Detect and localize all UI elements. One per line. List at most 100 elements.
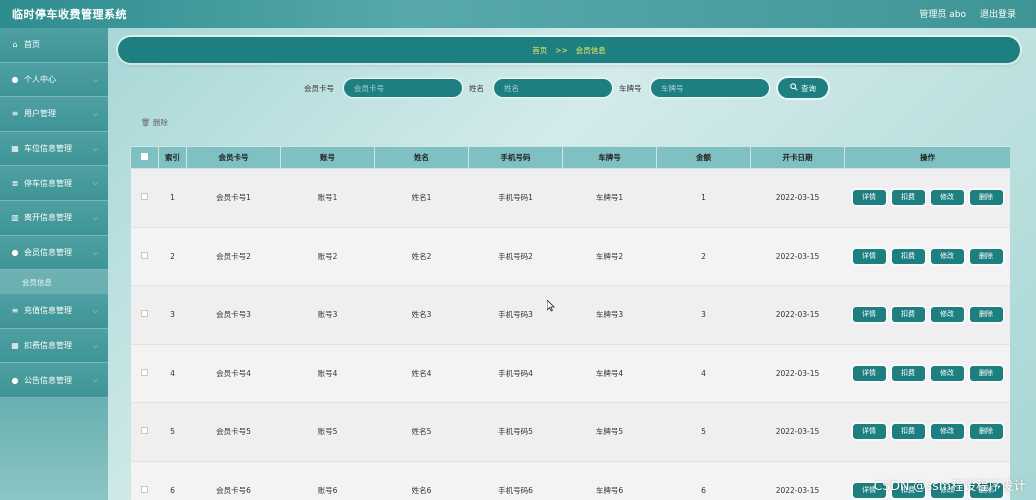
edit-button[interactable]: 修改 [930,365,964,381]
breadcrumb-current: 会员信息 [575,45,606,55]
deduct-button[interactable]: 扣费 [891,248,925,264]
cell-name: 姓名5 [374,402,469,462]
cell-plate: 车牌号2 [562,227,657,286]
cell-index: 4 [158,344,187,403]
sidebar: ⌂ 首页 ● 个人中心 ⌵ ≡ 用户管理 ⌵ ▦ 车位信息管理 ⌵ ≣ 停车信息管理 ⌵ ▥ 离开信息管理 ⌵ ●… [0,28,108,500]
row-operations: 详情 扣费 修改 删除 [844,285,1010,345]
deduct-button[interactable]: 扣费 [891,307,925,323]
search-icon [790,83,798,93]
person-icon: ● [11,247,19,257]
sidebar-item-2[interactable]: ≡ 用户管理 ⌵ [0,97,108,132]
column-header: 操作 [844,146,1010,169]
chevron-down-icon: ⌵ [92,75,98,84]
detail-button[interactable]: 详情 [852,190,886,206]
row-checkbox[interactable] [141,368,148,376]
cell-account: 账号2 [280,227,375,286]
deduct-button[interactable]: 扣费 [891,424,925,440]
breadcrumb-home-link[interactable]: 首页 [532,45,547,56]
cell-name: 姓名6 [374,461,469,500]
table-header-row: 索引 会员卡号 账号 姓名 手机号码 车牌号 金额 开卡日期 操作 [130,146,1010,169]
edit-button[interactable]: 修改 [930,190,964,206]
home-icon: ⌂ [12,40,18,50]
chevron-down-icon: ⌵ [92,248,98,257]
delete-button[interactable]: 删除 [969,248,1003,264]
cell-plate: 车牌号3 [562,285,657,345]
sidebar-item-1[interactable]: ● 个人中心 ⌵ [0,62,108,98]
member-table-container: 索引 会员卡号 账号 姓名 手机号码 车牌号 金额 开卡日期 操作 1 会员卡号1 账号1 姓名1 手机… [130,146,1010,500]
deduct-button[interactable]: 扣费 [891,190,925,206]
delete-button[interactable]: 删除 [969,307,1003,323]
column-header: 开卡日期 [750,146,845,169]
sidebar-item-label: 充值信息管理 [24,306,72,316]
plate-search-input[interactable] [651,79,769,97]
trash-icon: 🗑 [141,118,151,127]
sidebar-item-label: 离开信息管理 [24,213,72,223]
member-table: 索引 会员卡号 账号 姓名 手机号码 车牌号 金额 开卡日期 操作 1 会员卡号1 账号1 姓名1 手机… [130,146,1010,500]
cell-index: 2 [158,227,187,286]
cell-account: 账号4 [280,344,375,403]
logout-link[interactable]: 退出登录 [980,7,1016,20]
row-select-cell [130,227,159,286]
detail-button[interactable]: 详情 [852,365,886,381]
cell-account: 账号1 [280,168,375,228]
deduct-button[interactable]: 扣费 [891,365,925,381]
row-checkbox[interactable] [141,485,148,493]
cell-card: 会员卡号1 [186,168,281,228]
sidebar-subitem-member-info[interactable]: 会员信息 [0,270,108,295]
select-all-checkbox[interactable] [141,153,148,160]
row-checkbox[interactable] [141,251,148,259]
cell-phone: 手机号码5 [468,402,563,462]
table-row: 3 会员卡号3 账号3 姓名3 手机号码3 车牌号3 3 2022-03-15 详情 扣费 修改 删除 [130,285,1010,345]
table-row: 4 会员卡号4 账号4 姓名4 手机号码4 车牌号4 4 2022-03-15 详情 扣费 修改 删除 [130,344,1010,403]
sidebar-item-label: 首页 [24,40,40,50]
user-area: 管理员 abo 退出登录 [919,7,1016,20]
sidebar-item-9[interactable]: ● 公告信息管理 ⌵ [0,363,108,398]
bulk-delete-button[interactable]: 🗑 删除 [141,117,168,128]
detail-button[interactable]: 详情 [852,307,886,323]
row-checkbox[interactable] [141,193,148,201]
cell-phone: 手机号码1 [468,168,563,228]
cell-account: 账号5 [280,402,375,462]
card-search-input[interactable] [344,79,462,97]
detail-button[interactable]: 详情 [852,248,886,264]
sidebar-item-7[interactable]: ≡ 充值信息管理 ⌵ [0,294,108,329]
cell-card: 会员卡号4 [186,344,281,403]
sidebar-item-label: 会员信息管理 [24,247,72,257]
row-checkbox[interactable] [141,427,148,435]
cell-amount: 2 [656,227,751,286]
cell-phone: 手机号码2 [468,227,563,286]
row-select-cell [130,285,159,345]
delete-button[interactable]: 删除 [969,424,1003,440]
chevron-down-icon: ⌵ [92,213,98,222]
delete-button[interactable]: 删除 [969,365,1003,381]
sidebar-item-label: 公告信息管理 [24,375,72,385]
delete-button[interactable]: 删除 [969,190,1003,206]
chevron-down-icon: ⌵ [92,341,98,350]
search-button-label: 查询 [801,83,816,93]
name-search-input[interactable] [494,79,612,97]
search-button[interactable]: 查询 [778,78,828,98]
sidebar-item-6[interactable]: ● 会员信息管理 ⌵ [0,235,108,271]
cell-date: 2022-03-15 [750,461,845,500]
edit-button[interactable]: 修改 [930,424,964,440]
cell-card: 会员卡号2 [186,227,281,286]
edit-button[interactable]: 修改 [930,307,964,323]
sidebar-item-4[interactable]: ≣ 停车信息管理 ⌵ [0,166,108,201]
column-header: 手机号码 [468,146,563,169]
sidebar-item-3[interactable]: ▦ 车位信息管理 ⌵ [0,131,108,167]
cell-index: 5 [158,402,187,462]
cell-date: 2022-03-15 [750,402,845,462]
list-icon: ≡ [11,306,19,316]
cell-name: 姓名3 [374,285,469,345]
column-header: 账号 [280,146,375,169]
row-checkbox[interactable] [141,310,148,318]
sidebar-item-8[interactable]: ▦ 扣费信息管理 ⌵ [0,328,108,364]
edit-button[interactable]: 修改 [930,248,964,264]
menu-icon: ≡ [11,109,19,119]
detail-button[interactable]: 详情 [852,424,886,440]
chevron-down-icon: ⌵ [92,179,98,188]
sidebar-item-5[interactable]: ▥ 离开信息管理 ⌵ [0,200,108,236]
chart-icon: ▥ [11,213,19,223]
sidebar-item-0[interactable]: ⌂ 首页 [0,28,108,63]
mouse-cursor-icon [546,299,555,315]
